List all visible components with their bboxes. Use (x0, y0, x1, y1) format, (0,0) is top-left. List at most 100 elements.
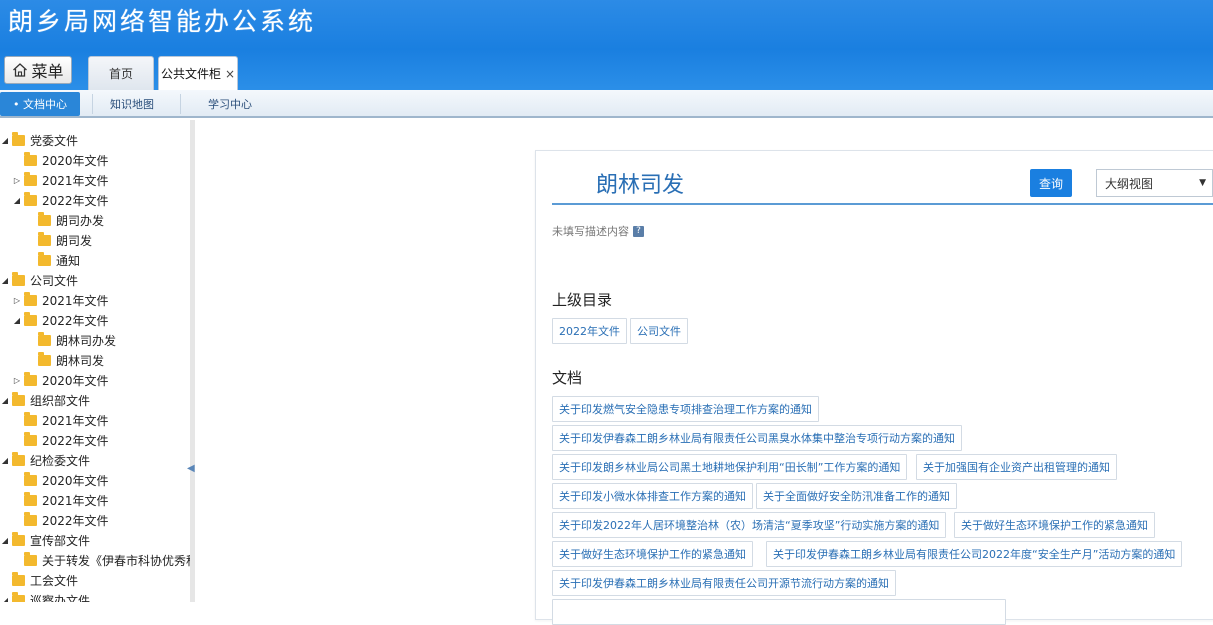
tree-item[interactable]: 2022年文件 (12, 430, 109, 450)
tree-item[interactable]: 朗司发 (26, 230, 92, 250)
subnav-divider (180, 94, 181, 114)
tree-item[interactable]: 2022年文件 (12, 510, 109, 530)
tab-close-icon[interactable]: × (225, 67, 235, 81)
subnav-knowledge-map-label: 知识地图 (110, 98, 154, 111)
tree-item[interactable]: ▷ 2021年文件 (12, 170, 109, 190)
folder-icon (24, 311, 37, 326)
tab-home-label: 首页 (108, 67, 133, 81)
tree-item-label: 宣传部文件 (30, 533, 91, 548)
folder-icon (38, 211, 51, 226)
subnav-learning-center[interactable]: 学习中心 (198, 92, 262, 116)
expand-toggle-icon[interactable]: ◢ (0, 456, 10, 465)
doc-link-partial[interactable] (552, 599, 1006, 625)
doc-link[interactable]: 关于印发小微水体排查工作方案的通知 (552, 483, 753, 509)
folder-icon (24, 191, 37, 206)
tree-item[interactable]: ◢ 2022年文件 (12, 310, 109, 330)
tree-item[interactable]: ◢ 宣传部文件 (0, 530, 90, 550)
folder-icon (12, 271, 25, 286)
tree-item-label: 2020年文件 (42, 473, 109, 488)
tree-item[interactable]: ◢ 2022年文件 (12, 190, 109, 210)
tree-item[interactable]: ▷ 2020年文件 (12, 370, 109, 390)
parent-dir-heading: 上级目录 (552, 291, 613, 309)
doc-link[interactable]: 关于印发伊春森工朗乡林业局有限责任公司开源节流行动方案的通知 (552, 570, 896, 596)
folder-icon (38, 251, 51, 266)
help-icon[interactable]: ? (633, 225, 644, 237)
tree-item[interactable]: ◢ 组织部文件 (0, 390, 90, 410)
collapse-sidebar-icon[interactable]: ◀ (187, 463, 195, 474)
parent-dir-link[interactable]: 公司文件 (630, 318, 688, 344)
home-icon (13, 63, 28, 77)
tree-item[interactable]: 通知 (26, 250, 80, 270)
description-text: 未填写描述内容 (552, 225, 629, 238)
sidebar-scrollbar[interactable] (190, 120, 195, 602)
doc-link[interactable]: 关于印发燃气安全隐患专项排查治理工作方案的通知 (552, 396, 819, 422)
doc-link[interactable]: 关于印发伊春森工朗乡林业局有限责任公司黑臭水体集中整治专项行动方案的通知 (552, 425, 962, 451)
expand-toggle-icon[interactable]: ▷ (12, 176, 22, 185)
tree-item[interactable]: 2021年文件 (12, 490, 109, 510)
expand-toggle-icon[interactable]: ◢ (12, 196, 22, 205)
parent-dir-link[interactable]: 2022年文件 (552, 318, 627, 344)
tree-item[interactable]: 工会文件 (0, 570, 78, 590)
tree-item[interactable]: ◢ 纪检委文件 (0, 450, 90, 470)
expand-toggle-icon[interactable]: ◢ (0, 536, 10, 545)
tab-home[interactable]: 首页 (88, 56, 154, 90)
tree-item-label: 2022年文件 (42, 193, 109, 208)
expand-toggle-icon[interactable]: ▷ (12, 296, 22, 305)
folder-icon (38, 231, 51, 246)
folder-icon (24, 491, 37, 506)
tree-item-label: 纪检委文件 (30, 453, 91, 468)
tree-item-label: 朗司发 (56, 233, 93, 248)
expand-toggle-icon[interactable]: ◢ (12, 316, 22, 325)
doc-link[interactable]: 关于做好生态环境保护工作的紧急通知 (552, 541, 753, 567)
query-button[interactable]: 查询 (1030, 169, 1072, 197)
folder-description: 未填写描述内容 ? (552, 223, 644, 239)
tree-item[interactable]: 2020年文件 (12, 470, 109, 490)
view-mode-value: 大纲视图 (1105, 176, 1154, 191)
tree-item-label: 组织部文件 (30, 393, 91, 408)
view-mode-select[interactable]: 大纲视图 ▼ (1096, 169, 1213, 197)
folder-icon (24, 511, 37, 526)
tree-item-label: 2021年文件 (42, 493, 109, 508)
tree-item[interactable]: 朗司办发 (26, 210, 104, 230)
tree-item-label: 公司文件 (30, 273, 79, 288)
doc-link[interactable]: 关于印发伊春森工朗乡林业局有限责任公司2022年度“安全生产月”活动方案的通知 (766, 541, 1183, 567)
subnav-knowledge-map[interactable]: 知识地图 (100, 92, 164, 116)
doc-link[interactable]: 关于全面做好安全防汛准备工作的通知 (756, 483, 957, 509)
folder-icon (12, 591, 25, 602)
dropdown-arrow-icon: ▼ (1199, 178, 1206, 188)
subnav-doc-center[interactable]: • 文档中心 (0, 92, 80, 116)
folder-icon (38, 331, 51, 346)
tree-item-label: 2021年文件 (42, 293, 109, 308)
tab-public-cabinet[interactable]: 公共文件柜 × (158, 56, 238, 90)
doc-link[interactable]: 关于印发朗乡林业局公司黑土地耕地保护利用“田长制”工作方案的通知 (552, 454, 908, 480)
tree-item-label: 2020年文件 (42, 153, 109, 168)
tree-item-label: 2022年文件 (42, 433, 109, 448)
expand-toggle-icon[interactable]: ◢ (0, 136, 10, 145)
tree-item[interactable]: 2020年文件 (12, 150, 109, 170)
expand-toggle-icon[interactable]: ◢ (0, 396, 10, 405)
folder-icon (12, 131, 25, 146)
folder-icon (24, 291, 37, 306)
expand-toggle-icon[interactable]: ◢ (0, 596, 10, 603)
bullet-icon: • (13, 97, 23, 111)
tree-item[interactable]: 朗林司办发 (26, 330, 116, 350)
doc-link[interactable]: 关于做好生态环境保护工作的紧急通知 (954, 512, 1155, 538)
folder-icon (24, 411, 37, 426)
tree-item[interactable]: 关于转发《伊春市科协优秀科技 (12, 550, 194, 570)
tree-item[interactable]: ◢ 巡察办文件 (0, 590, 90, 602)
tree-item[interactable]: ▷ 2021年文件 (12, 290, 109, 310)
tree-item-party-docs[interactable]: ◢ 党委文件 (0, 130, 78, 150)
tree-item[interactable]: 朗林司发 (26, 350, 104, 370)
tree-item[interactable]: ◢ 公司文件 (0, 270, 78, 290)
doc-link[interactable]: 关于加强国有企业资产出租管理的通知 (916, 454, 1117, 480)
tree-item-label: 工会文件 (30, 573, 79, 588)
doc-link[interactable]: 关于印发2022年人居环境整治林（农）场清洁“夏季攻坚”行动实施方案的通知 (552, 512, 947, 538)
expand-toggle-icon[interactable]: ▷ (12, 376, 22, 385)
title-divider (552, 203, 1213, 205)
folder-icon (12, 451, 25, 466)
menu-button[interactable]: 菜单 (4, 56, 72, 84)
folder-tree: ◢ 党委文件 2020年文件 ▷ 2021年文件 ◢ 2022年文件 朗司办发 … (0, 120, 194, 602)
expand-toggle-icon[interactable]: ◢ (0, 276, 10, 285)
tree-item-label: 关于转发《伊春市科协优秀科技 (42, 553, 194, 568)
tree-item[interactable]: 2021年文件 (12, 410, 109, 430)
